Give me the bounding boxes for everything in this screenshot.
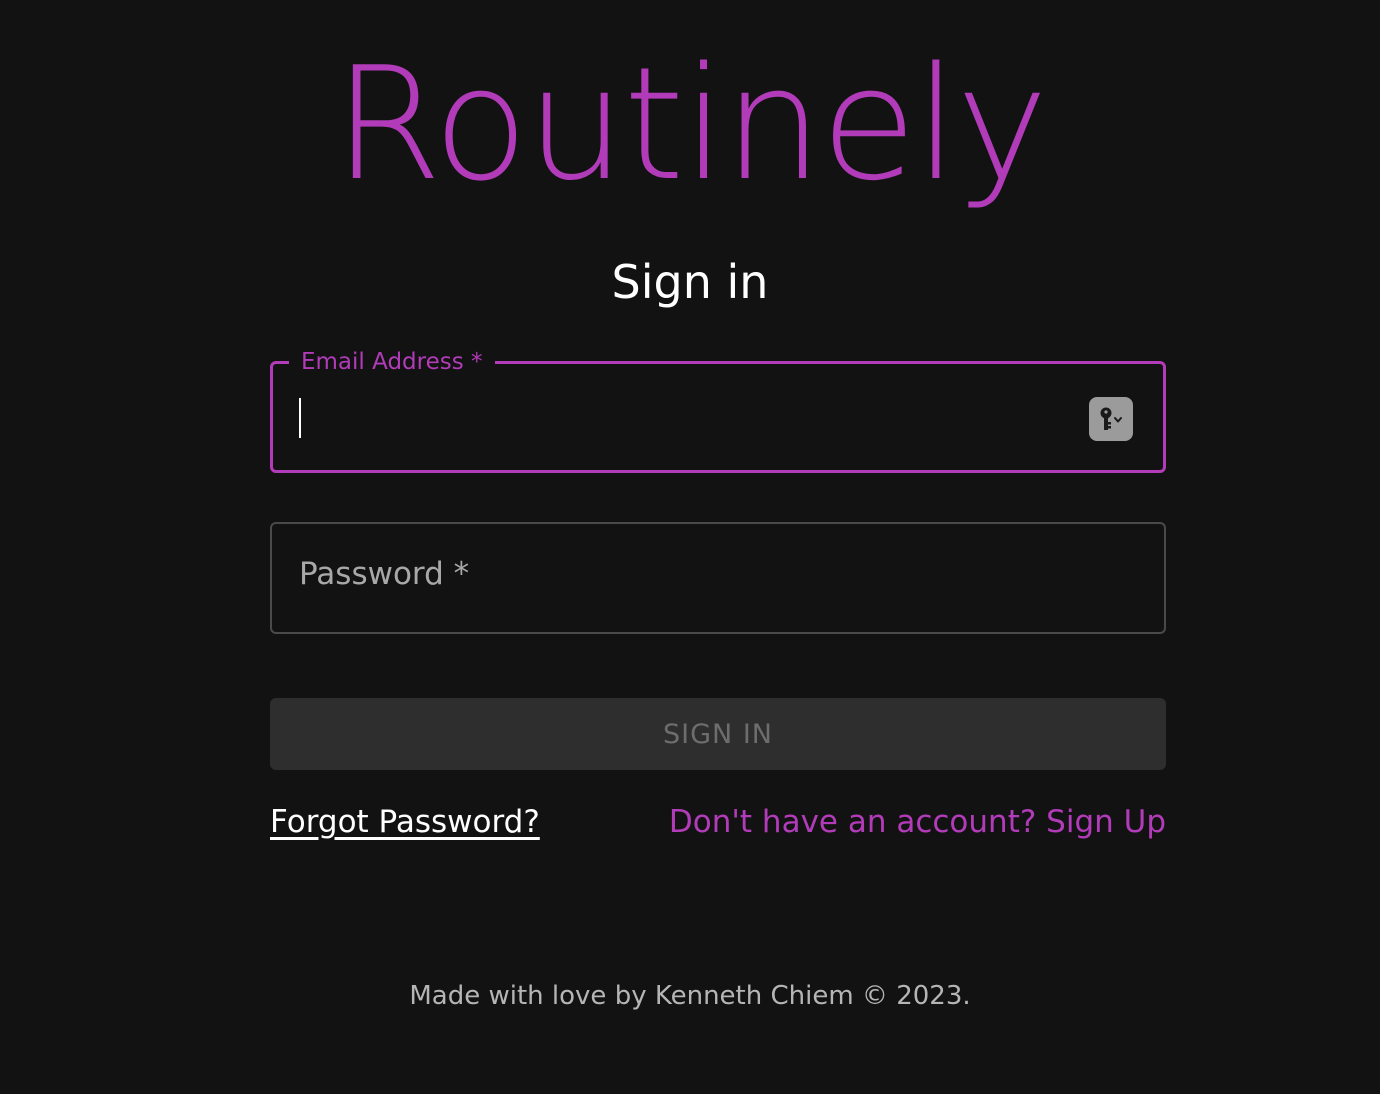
footer-text: Made with love by Kenneth Chiem © 2023. [409, 981, 971, 1011]
sign-in-button[interactable]: SIGN IN [270, 698, 1166, 770]
email-input[interactable] [301, 364, 1081, 470]
key-icon [1100, 407, 1122, 430]
email-field[interactable]: Email Address * [270, 347, 1166, 473]
sign-up-link[interactable]: Don't have an account? Sign Up [669, 804, 1166, 840]
brand-logo: Routinely [333, 33, 1049, 215]
page-title: Sign in [611, 255, 769, 309]
forgot-password-link[interactable]: Forgot Password? [270, 804, 540, 840]
sign-in-page: Routinely Sign in Email Address * Passwo… [0, 0, 1380, 1094]
password-manager-button[interactable] [1089, 397, 1133, 441]
password-field[interactable]: Password * [270, 522, 1166, 634]
password-input[interactable] [300, 524, 1080, 632]
